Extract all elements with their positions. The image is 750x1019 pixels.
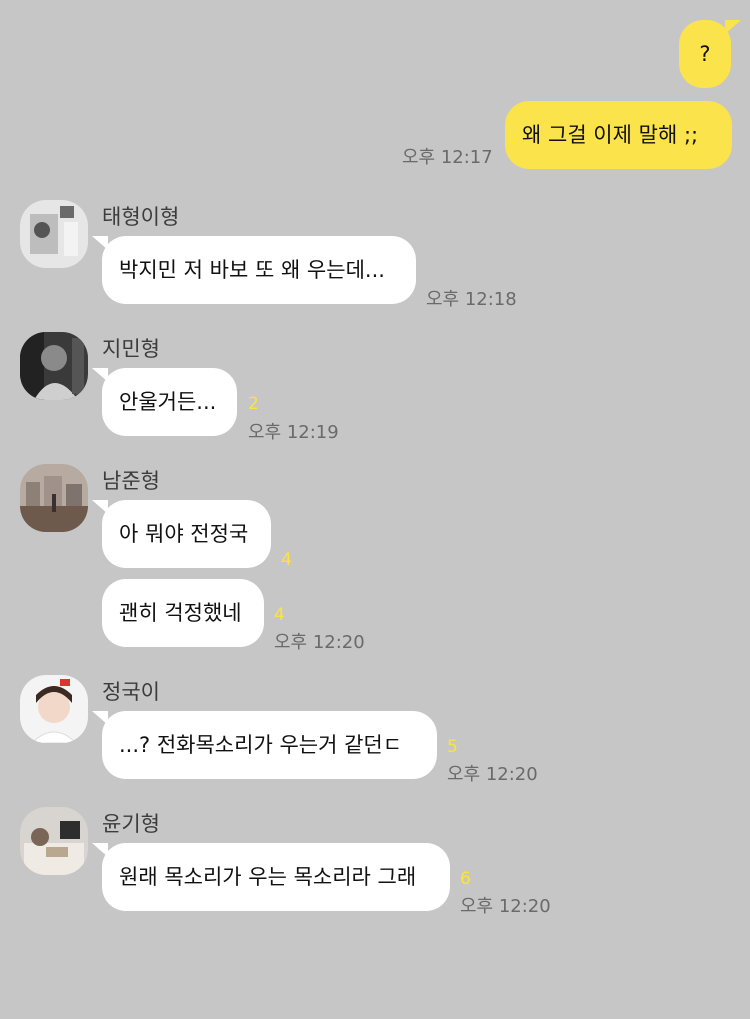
message-bubble[interactable]: 안울거든... [92, 368, 237, 436]
timestamp: 오후 12:19 [248, 422, 339, 443]
timestamp: 오후 12:20 [460, 896, 551, 917]
timestamp: 오후 12:17 [402, 147, 493, 168]
message-bubble[interactable]: 원래 목소리가 우는 목소리라 그래 [92, 843, 450, 911]
my-message-bubble[interactable]: 왜 그걸 이제 말해 ;; [505, 101, 732, 169]
message-bubble[interactable]: ...? 전화목소리가 우는거 같던ㄷ [92, 711, 437, 779]
timestamp: 오후 12:20 [274, 632, 365, 653]
avatar-yoongi[interactable] [20, 807, 88, 875]
sender-name: 윤기형 [102, 812, 160, 836]
avatar-jimin[interactable] [20, 332, 88, 400]
avatar-jungkook[interactable] [20, 675, 88, 743]
message-bubble[interactable]: 아 뭐야 전정국 [92, 500, 271, 568]
message-text: ...? 전화목소리가 우는거 같던ㄷ [119, 733, 403, 757]
avatar-namjoon[interactable] [20, 464, 88, 532]
message-bubble[interactable]: 박지민 저 바보 또 왜 우는데... [92, 236, 416, 304]
unread-count: 6 [460, 869, 471, 889]
sender-name: 남준형 [102, 469, 160, 493]
message-text: 안울거든... [119, 390, 217, 414]
avatar-taehyung[interactable] [20, 200, 88, 268]
message-bubble[interactable]: 괜히 걱정했네 [102, 579, 264, 647]
timestamp: 오후 12:18 [426, 289, 517, 310]
message-text: ? [699, 42, 711, 66]
message-text: 아 뭐야 전정국 [119, 522, 249, 546]
unread-count: 2 [248, 394, 259, 414]
message-text: 원래 목소리가 우는 목소리라 그래 [119, 865, 417, 889]
sender-name: 지민형 [102, 337, 160, 361]
message-text: 괜히 걱정했네 [119, 601, 242, 625]
sender-name: 정국이 [102, 680, 160, 704]
unread-count: 4 [281, 550, 292, 570]
unread-count: 4 [274, 605, 285, 625]
message-text: 박지민 저 바보 또 왜 우는데... [119, 258, 385, 282]
my-message-bubble[interactable]: ? [679, 20, 741, 88]
timestamp: 오후 12:20 [447, 764, 538, 785]
unread-count: 5 [447, 737, 458, 757]
message-text: 왜 그걸 이제 말해 ;; [522, 123, 699, 147]
sender-name: 태형이형 [102, 205, 180, 229]
